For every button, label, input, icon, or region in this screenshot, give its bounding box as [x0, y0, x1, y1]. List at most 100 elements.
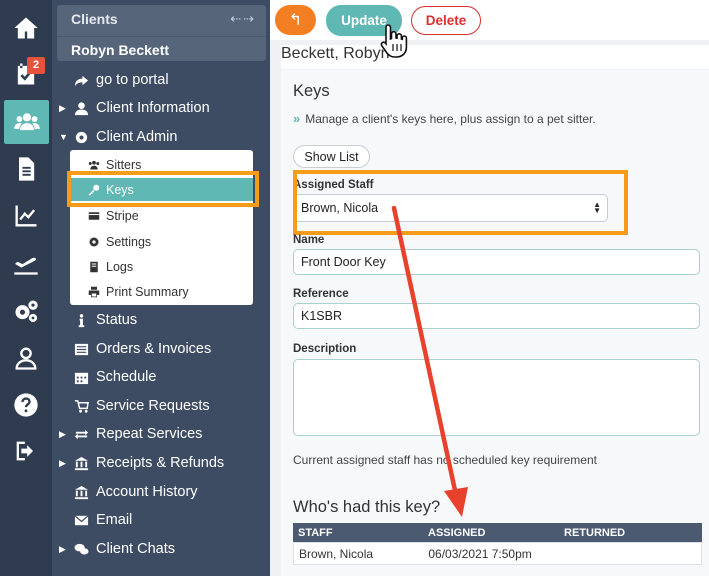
nav-label: Receipts & Refunds	[96, 455, 225, 471]
cell-assigned: 06/03/2021 7:50pm	[428, 546, 532, 561]
caret: ▶	[59, 543, 66, 554]
nav-label: Repeat Services	[96, 426, 203, 442]
client-name: Robyn Beckett	[71, 42, 170, 58]
bank-icon	[72, 485, 90, 500]
section-title: Keys	[293, 82, 330, 100]
table-header: STAFF ASSIGNED RETURNED	[293, 523, 702, 542]
bank-icon	[72, 456, 90, 471]
clients-title: Clients	[71, 11, 118, 27]
nav-receipts-refunds[interactable]: ▶ Receipts & Refunds	[52, 451, 270, 475]
main-panel: ↰ Update Delete Beckett, Robyn Keys » Ma…	[270, 0, 709, 576]
submenu-label: Sitters	[106, 157, 142, 172]
client-header: Clients ⇠⇢ Robyn Beckett	[57, 5, 266, 61]
document-icon[interactable]	[0, 147, 52, 191]
nav-label: Client Admin	[96, 129, 178, 145]
nav-client-chats[interactable]: ▶ Client Chats	[52, 537, 270, 561]
settings-icon[interactable]	[0, 289, 52, 333]
nav-label: Client Information	[96, 100, 210, 116]
keys-content: Keys » Manage a client's keys here, plus…	[281, 70, 709, 576]
caret: ▶	[59, 457, 66, 468]
users-icon	[87, 159, 101, 171]
submenu-print-summary[interactable]: Print Summary	[70, 280, 253, 303]
nav-service-requests[interactable]: Service Requests	[52, 394, 270, 418]
cart-icon	[72, 399, 90, 414]
nav-status[interactable]: Status	[52, 308, 270, 332]
submenu-settings[interactable]: Settings	[70, 230, 253, 253]
nav-label: go to portal	[96, 72, 169, 88]
chat-icon	[72, 542, 90, 557]
card-icon	[87, 210, 101, 222]
reference-label: Reference	[293, 288, 349, 300]
name-input[interactable]: Front Door Key	[293, 249, 700, 275]
gear-icon	[87, 236, 101, 248]
cell-staff: Brown, Nicola	[299, 546, 374, 561]
gear-icon	[72, 130, 90, 145]
list-icon	[72, 342, 90, 357]
submenu-label: Settings	[106, 234, 152, 249]
info-icon	[72, 313, 90, 328]
name-label: Name	[293, 234, 325, 246]
travel-icon[interactable]	[0, 241, 52, 285]
back-button[interactable]: ↰	[275, 5, 316, 35]
book-icon	[87, 261, 101, 273]
caret: ▶	[59, 102, 66, 113]
logout-icon[interactable]	[0, 429, 52, 473]
nav-go-to-portal[interactable]: go to portal	[52, 68, 270, 92]
toolbar: ↰ Update Delete	[270, 0, 709, 40]
user-icon	[72, 101, 90, 116]
description-textarea[interactable]	[293, 359, 700, 436]
description-text: Manage a client's keys here, plus assign…	[305, 111, 596, 126]
reference-input[interactable]: K1SBR	[293, 303, 700, 329]
nav-client-admin[interactable]: ▼ Client Admin	[52, 125, 270, 149]
show-list-button[interactable]: Show List	[293, 145, 370, 168]
submenu-label: Print Summary	[106, 284, 189, 299]
caret: ▶	[59, 428, 66, 439]
icon-rail: 2	[0, 0, 52, 576]
nav-label: Schedule	[96, 369, 157, 385]
key-history-table: STAFF ASSIGNED RETURNED Brown, Nicola 06…	[293, 523, 702, 565]
nav-label: Orders & Invoices	[96, 341, 212, 357]
nav-label: Email	[96, 512, 133, 528]
nav-label: Account History	[96, 484, 198, 500]
assigned-staff-highlight-box	[293, 170, 628, 235]
staff-note: Current assigned staff has no scheduled …	[293, 453, 597, 467]
nav-label: Service Requests	[96, 398, 210, 414]
history-title: Who's had this key?	[293, 498, 441, 516]
home-icon[interactable]	[0, 6, 52, 50]
nav-account-history[interactable]: Account History	[52, 480, 270, 504]
share-icon	[72, 73, 90, 88]
nav-label: Client Chats	[96, 541, 175, 557]
print-icon	[87, 286, 101, 298]
chart-icon[interactable]	[0, 194, 52, 238]
keys-highlight-box	[67, 171, 259, 207]
user-icon[interactable]	[0, 336, 52, 380]
section-description: » Manage a client's keys here, plus assi…	[293, 111, 596, 126]
delete-button[interactable]: Delete	[411, 6, 481, 35]
reference-value: K1SBR	[301, 309, 342, 323]
repeat-icon	[72, 427, 90, 442]
sidebar: Clients ⇠⇢ Robyn Beckett go to portal ▶ …	[52, 0, 270, 576]
submenu-logs[interactable]: Logs	[70, 255, 253, 278]
description-label: Description	[293, 343, 357, 355]
nav-schedule[interactable]: Schedule	[52, 365, 270, 389]
page-title: Beckett, Robyn	[281, 45, 709, 69]
help-icon[interactable]	[0, 383, 52, 427]
nav-orders-invoices[interactable]: Orders & Invoices	[52, 337, 270, 361]
table-row: Brown, Nicola 06/03/2021 7:50pm	[293, 542, 702, 565]
nav-email[interactable]: Email	[52, 508, 270, 532]
nav-repeat-services[interactable]: ▶ Repeat Services	[52, 422, 270, 446]
name-value: Front Door Key	[301, 255, 386, 269]
double-chevron-icon: »	[293, 111, 300, 126]
tasks-badge: 2	[27, 57, 45, 74]
users-icon[interactable]	[4, 100, 49, 144]
envelope-icon	[72, 513, 90, 528]
submenu-label: Stripe	[106, 208, 139, 223]
calendar-icon	[72, 370, 90, 385]
prev-next-arrows-icon[interactable]: ⇠⇢	[230, 11, 256, 27]
submenu-stripe[interactable]: Stripe	[70, 204, 253, 227]
submenu-label: Logs	[106, 259, 134, 274]
keys-panel: Keys » Manage a client's keys here, plus…	[281, 70, 709, 576]
divider	[57, 36, 266, 37]
nav-label: Status	[96, 312, 138, 328]
nav-client-information[interactable]: ▶ Client Information	[52, 96, 270, 120]
